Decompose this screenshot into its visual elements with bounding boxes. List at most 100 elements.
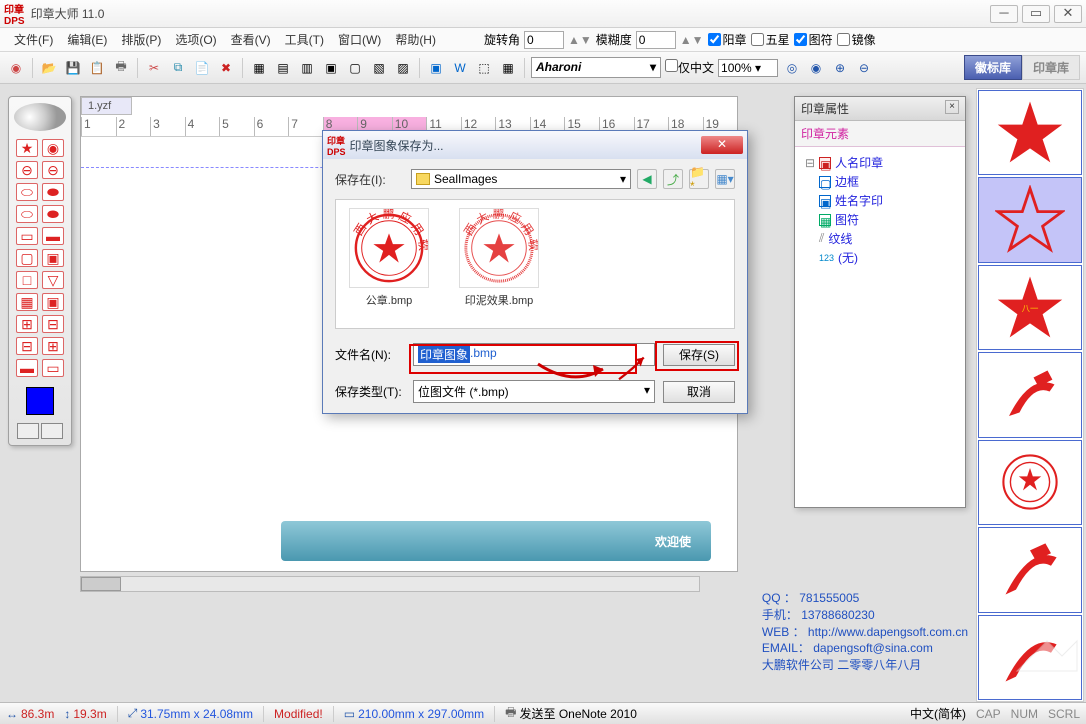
tool-tri[interactable]: ▽ [42,271,64,289]
chk-jingxiang[interactable] [837,33,850,46]
save-button[interactable]: 保存(S) [663,344,735,366]
tb-save[interactable]: 💾 [63,58,83,78]
tool-rect3[interactable]: ▢ [16,249,38,267]
menu-edit[interactable]: 编辑(E) [61,29,113,50]
tree-border[interactable]: ▢ 边框 [805,172,961,191]
palette-foot2[interactable] [41,423,63,439]
menu-help[interactable]: 帮助(H) [389,29,442,50]
filename-input[interactable]: 印章图象.bmp [413,343,655,366]
tb-extra3[interactable]: ⬚ [474,58,494,78]
tb-align1[interactable]: ▤ [273,58,293,78]
tb-print[interactable]: 🖶 [111,58,131,78]
close-button[interactable]: ✕ [1054,5,1082,23]
tool-sq[interactable]: □ [16,271,38,289]
folder-select[interactable]: SealImages ▾ [411,169,631,189]
chk-yang[interactable] [708,33,721,46]
tool-box[interactable]: ▣ [42,293,64,311]
tree-symbol[interactable]: ▦ 图符 [805,210,961,229]
tb-align4[interactable]: ▢ [345,58,365,78]
tb-cut[interactable]: ✂ [144,58,164,78]
tree-none[interactable]: 123 (无) [805,248,961,267]
nav-up[interactable]: ⤴ [663,169,683,189]
maximize-button[interactable]: ▭ [1022,5,1050,23]
emblem-army-star[interactable]: 八一 [978,265,1082,350]
dialog-header[interactable]: 印章DPS 印章图象保存为... ✕ [323,131,747,159]
menu-layout[interactable]: 排版(P) [115,29,167,50]
tab-seal-lib[interactable]: 印章库 [1022,55,1080,80]
tb-extra4[interactable]: ▦ [498,58,518,78]
tool-oval2[interactable]: ⬬ [42,183,64,201]
dialog-close[interactable]: ✕ [701,136,743,154]
tb-zoom1[interactable]: ◎ [782,58,802,78]
tb-extra1[interactable]: ▣ [426,58,446,78]
tb-grid[interactable]: ▦ [249,58,269,78]
tool-t2[interactable]: ⊟ [42,315,64,333]
menu-file[interactable]: 文件(F) [8,29,59,50]
tool-oval[interactable]: ⬭ [16,183,38,201]
menu-tools[interactable]: 工具(T) [279,29,330,50]
filetype-select[interactable]: 位图文件 (*.bmp)▾ [413,380,655,403]
tool-minus2[interactable]: ⊖ [42,161,64,179]
canvas-scrollbar-h[interactable] [80,576,700,592]
menu-options[interactable]: 选项(O) [169,29,222,50]
blur-input[interactable] [636,31,676,49]
tb-extra2[interactable]: W [450,58,470,78]
tool-t5[interactable]: ▬ [16,359,38,377]
tool-rect2[interactable]: ▬ [42,227,64,245]
menu-view[interactable]: 查看(V) [225,29,277,50]
tool-oval4[interactable]: ⬬ [42,205,64,223]
tree-root[interactable]: ⊟ ▣ 人名印章 [805,153,961,172]
font-select[interactable]: Aharoni ▾ [531,57,661,78]
file-item-2[interactable]: 西 大 鹏 应 用 软 件 公 印泥效果.bmp [454,208,544,308]
tb-copy[interactable]: ⧉ [168,58,188,78]
file-list[interactable]: 西 大 鹏 应 用 软 件 公 公章.bmp 西 大 鹏 应 用 软 件 公 印… [335,199,735,329]
tb-align5[interactable]: ▧ [369,58,389,78]
color-swatch[interactable] [26,387,54,415]
cancel-button[interactable]: 取消 [663,381,735,403]
nav-back[interactable]: ◀ [637,169,657,189]
tool-t6[interactable]: ▭ [42,359,64,377]
palette-foot1[interactable] [17,423,39,439]
emblem-star-solid[interactable] [978,90,1082,175]
tb-zoom4[interactable]: ⊖ [854,58,874,78]
tb-new[interactable]: ◉ [6,58,26,78]
tool-star[interactable]: ★ [16,139,38,157]
document-tab[interactable]: 1.yzf [81,97,132,115]
tb-zoom3[interactable]: ⊕ [830,58,850,78]
minimize-button[interactable]: ─ [990,5,1018,23]
tool-oval3[interactable]: ⬭ [16,205,38,223]
tree-lines[interactable]: ⫽ 纹线 [805,229,961,248]
tool-rect[interactable]: ▭ [16,227,38,245]
tool-t1[interactable]: ⊞ [16,315,38,333]
tab-emblem-lib[interactable]: 徽标库 [964,55,1022,80]
tool-minus[interactable]: ⊖ [16,161,38,179]
tool-grid[interactable]: ▦ [16,293,38,311]
emblem-hammer-sickle[interactable] [978,352,1082,437]
tool-rect4[interactable]: ▣ [42,249,64,267]
tb-copy-doc[interactable]: 📋 [87,58,107,78]
emblem-national[interactable] [978,440,1082,525]
tb-delete[interactable]: ✖ [216,58,236,78]
chk-only-cn[interactable] [665,59,678,72]
rotate-input[interactable] [524,31,564,49]
tb-zoom2[interactable]: ◉ [806,58,826,78]
menu-window[interactable]: 窗口(W) [332,29,387,50]
nav-view[interactable]: ▦▾ [715,169,735,189]
tb-align2[interactable]: ▥ [297,58,317,78]
zoom-select[interactable]: 100% ▾ [718,59,778,77]
chk-wuxing[interactable] [751,33,764,46]
prop-close[interactable]: × [945,100,959,114]
chk-tufu[interactable] [794,33,807,46]
tree-nametext[interactable]: ▣ 姓名字印 [805,191,961,210]
file-item-1[interactable]: 西 大 鹏 应 用 软 件 公 公章.bmp [344,208,434,308]
tool-t4[interactable]: ⊞ [42,337,64,355]
tb-open[interactable]: 📂 [39,58,59,78]
tool-t3[interactable]: ⊟ [16,337,38,355]
emblem-hammer2[interactable] [978,527,1082,612]
tb-align3[interactable]: ▣ [321,58,341,78]
tool-circle[interactable]: ◉ [42,139,64,157]
emblem-star-outline[interactable] [978,177,1082,262]
tb-align6[interactable]: ▨ [393,58,413,78]
tb-paste[interactable]: 📄 [192,58,212,78]
nav-new[interactable]: 📁* [689,169,709,189]
